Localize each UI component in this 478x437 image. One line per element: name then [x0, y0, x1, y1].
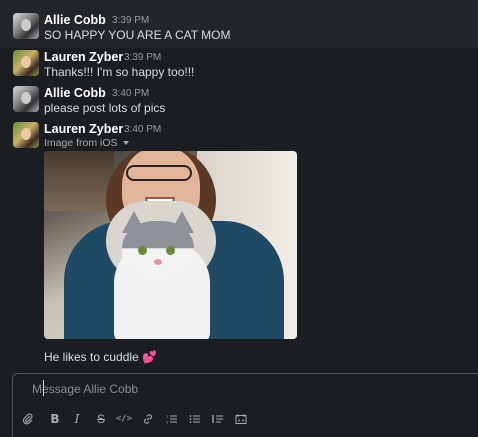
message-timestamp[interactable]: 3:40 PM: [124, 124, 161, 135]
avatar[interactable]: [13, 50, 39, 76]
code-button[interactable]: </>: [115, 410, 133, 428]
bold-button[interactable]: B: [46, 410, 64, 428]
message-timestamp[interactable]: 3:40 PM: [112, 88, 149, 99]
ordered-list-icon[interactable]: 12: [163, 410, 181, 428]
author-name[interactable]: Lauren Zyber: [44, 50, 123, 64]
message-input[interactable]: [32, 381, 452, 397]
message-timestamp[interactable]: 3:39 PM: [124, 52, 161, 63]
chevron-down-icon[interactable]: [122, 141, 129, 146]
message-row[interactable]: Allie Cobb 3:39 PM SO HAPPY YOU ARE A CA…: [0, 8, 478, 48]
strikethrough-button[interactable]: S: [92, 410, 110, 428]
blockquote-icon[interactable]: [209, 410, 227, 428]
scroll-top-strip: [0, 0, 478, 8]
avatar[interactable]: [13, 13, 39, 39]
svg-text:2: 2: [166, 420, 169, 425]
message-row[interactable]: Lauren Zyber 3:39 PM Thanks!!! I'm so ha…: [0, 48, 478, 84]
code-block-icon[interactable]: [232, 410, 250, 428]
bulleted-list-icon[interactable]: [186, 410, 204, 428]
message-row[interactable]: Allie Cobb 3:40 PM please post lots of p…: [0, 84, 478, 120]
link-icon[interactable]: [139, 410, 157, 428]
author-name[interactable]: Allie Cobb: [44, 86, 106, 100]
two-hearts-emoji: 💕: [142, 350, 158, 364]
author-name[interactable]: Allie Cobb: [44, 13, 106, 27]
message-text: Thanks!!! I'm so happy too!!!: [44, 65, 195, 79]
message-text: He likes to cuddle 💕: [44, 350, 158, 364]
attachment-label[interactable]: Image from iOS: [44, 137, 129, 149]
message-text: SO HAPPY YOU ARE A CAT MOM: [44, 28, 231, 42]
text-cursor: [43, 380, 44, 396]
author-name[interactable]: Lauren Zyber: [44, 122, 123, 136]
paperclip-icon[interactable]: [19, 410, 37, 428]
message-text: please post lots of pics: [44, 101, 166, 115]
message-timestamp[interactable]: 3:39 PM: [112, 15, 149, 26]
italic-button[interactable]: I: [68, 410, 86, 428]
avatar[interactable]: [13, 122, 39, 148]
image-attachment[interactable]: [44, 151, 297, 339]
avatar[interactable]: [13, 86, 39, 112]
svg-text:1: 1: [166, 414, 169, 419]
